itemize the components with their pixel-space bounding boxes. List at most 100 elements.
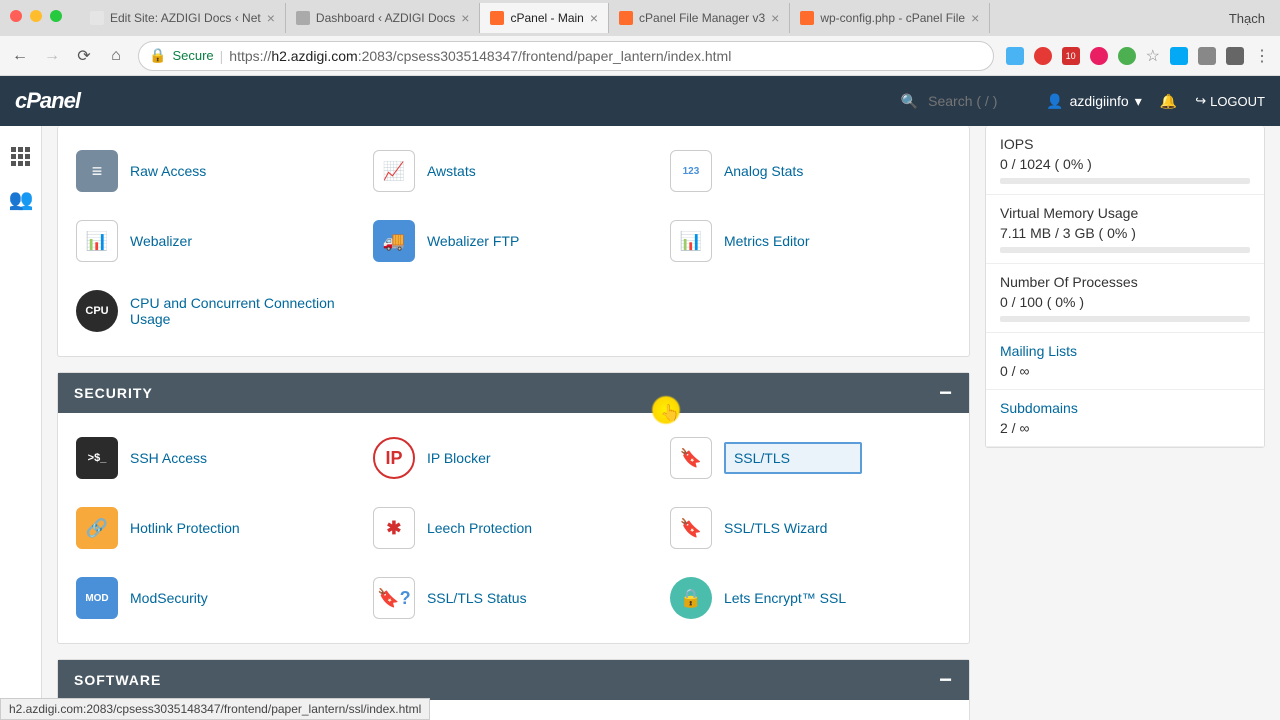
- ext-icon[interactable]: [1090, 47, 1108, 65]
- app-icon: 🚚: [373, 220, 415, 262]
- app-label: Lets Encrypt™ SSL: [724, 590, 846, 606]
- logout-label: LOGOUT: [1210, 94, 1265, 109]
- app-icon: 🔖: [670, 507, 712, 549]
- ext-icon[interactable]: 10: [1062, 47, 1080, 65]
- browser-tab[interactable]: Dashboard ‹ AZDIGI Docs×: [286, 3, 481, 33]
- cpanel-header: cPanel 🔍 👤 azdigiinfo ▾ 🔔 ↪ LOGOUT: [0, 76, 1280, 126]
- app-item[interactable]: 🔒Lets Encrypt™ SSL: [662, 563, 959, 633]
- status-bar: h2.azdigi.com:2083/cpsess3035148347/fron…: [0, 698, 430, 720]
- back-button[interactable]: ←: [10, 46, 30, 66]
- search-icon[interactable]: 🔍: [901, 93, 918, 110]
- browser-tab[interactable]: Edit Site: AZDIGI Docs ‹ Net ×: [80, 3, 286, 33]
- menu-icon[interactable]: ⋮: [1254, 46, 1270, 66]
- app-icon: IP: [373, 437, 415, 479]
- stat-row[interactable]: Subdomains2 / ∞: [986, 390, 1264, 447]
- cursor-icon: 👆: [660, 403, 680, 423]
- ext-icon[interactable]: [1226, 47, 1244, 65]
- ext-icon[interactable]: [1170, 47, 1188, 65]
- home-button[interactable]: ⌂: [106, 46, 126, 66]
- app-icon: 📊: [670, 220, 712, 262]
- app-item[interactable]: 123Analog Stats: [662, 136, 959, 206]
- app-label: Metrics Editor: [724, 233, 810, 249]
- ext-icon[interactable]: [1198, 47, 1216, 65]
- logout-button[interactable]: ↪ LOGOUT: [1195, 93, 1265, 109]
- app-label: Raw Access: [130, 163, 206, 179]
- close-icon[interactable]: ×: [771, 10, 779, 26]
- collapse-button[interactable]: −: [939, 386, 953, 400]
- stat-label: Subdomains: [1000, 400, 1250, 416]
- cpanel-logo[interactable]: cPanel: [15, 88, 80, 114]
- sidebar-users[interactable]: 👥: [0, 178, 42, 220]
- app-label: SSL/TLS: [724, 442, 862, 474]
- mac-close[interactable]: [10, 10, 22, 22]
- sidebar-nav: 👥: [0, 126, 42, 720]
- app-label: ModSecurity: [130, 590, 208, 606]
- collapse-button[interactable]: −: [939, 673, 953, 687]
- secure-label: Secure: [172, 48, 213, 63]
- url-text: https://h2.azdigi.com:2083/cpsess3035148…: [229, 48, 982, 64]
- search-input[interactable]: [928, 93, 1028, 109]
- tab-label: cPanel File Manager v3: [639, 11, 765, 25]
- stat-value: 0 / 1024 ( 0% ): [1000, 156, 1250, 172]
- browser-tab[interactable]: cPanel - Main ×: [480, 3, 609, 33]
- ext-icon[interactable]: [1118, 47, 1136, 65]
- app-item[interactable]: 🔖SSL/TLS Wizard: [662, 493, 959, 563]
- app-label: Hotlink Protection: [130, 520, 240, 536]
- app-item[interactable]: ≡Raw Access: [68, 136, 365, 206]
- url-input[interactable]: 🔒 Secure | https://h2.azdigi.com:2083/cp…: [138, 41, 994, 71]
- app-label: SSL/TLS Status: [427, 590, 527, 606]
- app-item[interactable]: MODModSecurity: [68, 563, 365, 633]
- stat-row: IOPS0 / 1024 ( 0% ): [986, 126, 1264, 195]
- app-item[interactable]: CPUCPU and Concurrent Connection Usage: [68, 276, 365, 346]
- address-bar: ← → ⟳ ⌂ 🔒 Secure | https://h2.azdigi.com…: [0, 36, 1280, 76]
- app-icon: 🔖: [670, 437, 712, 479]
- forward-button: →: [42, 46, 62, 66]
- app-icon: CPU: [76, 290, 118, 332]
- app-icon: 📈: [373, 150, 415, 192]
- mac-zoom[interactable]: [50, 10, 62, 22]
- reload-button[interactable]: ⟳: [74, 46, 94, 66]
- app-item[interactable]: 🔖? SSL/TLS Status: [365, 563, 662, 633]
- app-icon: 🔖?: [373, 577, 415, 619]
- app-item[interactable]: 🍐PHP PEAR Packages: [662, 710, 959, 720]
- close-icon[interactable]: ×: [267, 10, 275, 26]
- app-icon: >$_: [76, 437, 118, 479]
- app-item[interactable]: 🔗 Hotlink Protection: [68, 493, 365, 563]
- stat-label: Number Of Processes: [1000, 274, 1250, 290]
- stat-row[interactable]: Mailing Lists0 / ∞: [986, 333, 1264, 390]
- app-label: Webalizer FTP: [427, 233, 519, 249]
- tab-label: cPanel - Main: [510, 11, 583, 25]
- app-item[interactable]: >$_SSH Access: [68, 423, 365, 493]
- stat-row: Virtual Memory Usage7.11 MB / 3 GB ( 0% …: [986, 195, 1264, 264]
- app-label: Leech Protection: [427, 520, 532, 536]
- app-item[interactable]: 🚚 Webalizer FTP: [365, 206, 662, 276]
- bell-icon[interactable]: 🔔: [1160, 93, 1177, 110]
- app-item[interactable]: IPIP Blocker: [365, 423, 662, 493]
- app-icon: 🔗: [76, 507, 118, 549]
- favicon: [800, 11, 814, 25]
- close-icon[interactable]: ×: [971, 10, 979, 26]
- app-item[interactable]: 📊 Metrics Editor: [662, 206, 959, 276]
- sidebar-apps[interactable]: [0, 136, 42, 178]
- app-item[interactable]: ✱Leech Protection: [365, 493, 662, 563]
- app-label: Webalizer: [130, 233, 192, 249]
- browser-profile[interactable]: Thạch: [1214, 11, 1280, 26]
- close-icon[interactable]: ×: [590, 10, 598, 26]
- browser-tab[interactable]: wp-config.php - cPanel File×: [790, 3, 990, 33]
- extensions: 10 ☆ ⋮: [1006, 46, 1270, 66]
- close-icon[interactable]: ×: [461, 10, 469, 26]
- favicon: [296, 11, 310, 25]
- browser-tab-strip: Edit Site: AZDIGI Docs ‹ Net×Dashboard ‹…: [0, 0, 1280, 36]
- tab-label: Edit Site: AZDIGI Docs ‹ Net: [110, 11, 261, 25]
- user-icon: 👤: [1046, 93, 1063, 110]
- user-menu[interactable]: 👤 azdigiinfo ▾: [1046, 93, 1142, 110]
- browser-tab[interactable]: cPanel File Manager v3 ×: [609, 3, 790, 33]
- ext-icon[interactable]: [1034, 47, 1052, 65]
- stat-bar: [1000, 316, 1250, 322]
- star-icon[interactable]: ☆: [1146, 46, 1160, 66]
- ext-icon[interactable]: [1006, 47, 1024, 65]
- mac-minimize[interactable]: [30, 10, 42, 22]
- app-item[interactable]: 📊Webalizer: [68, 206, 365, 276]
- app-item[interactable]: 📈Awstats: [365, 136, 662, 206]
- app-item[interactable]: 🔖 SSL/TLS: [662, 423, 959, 493]
